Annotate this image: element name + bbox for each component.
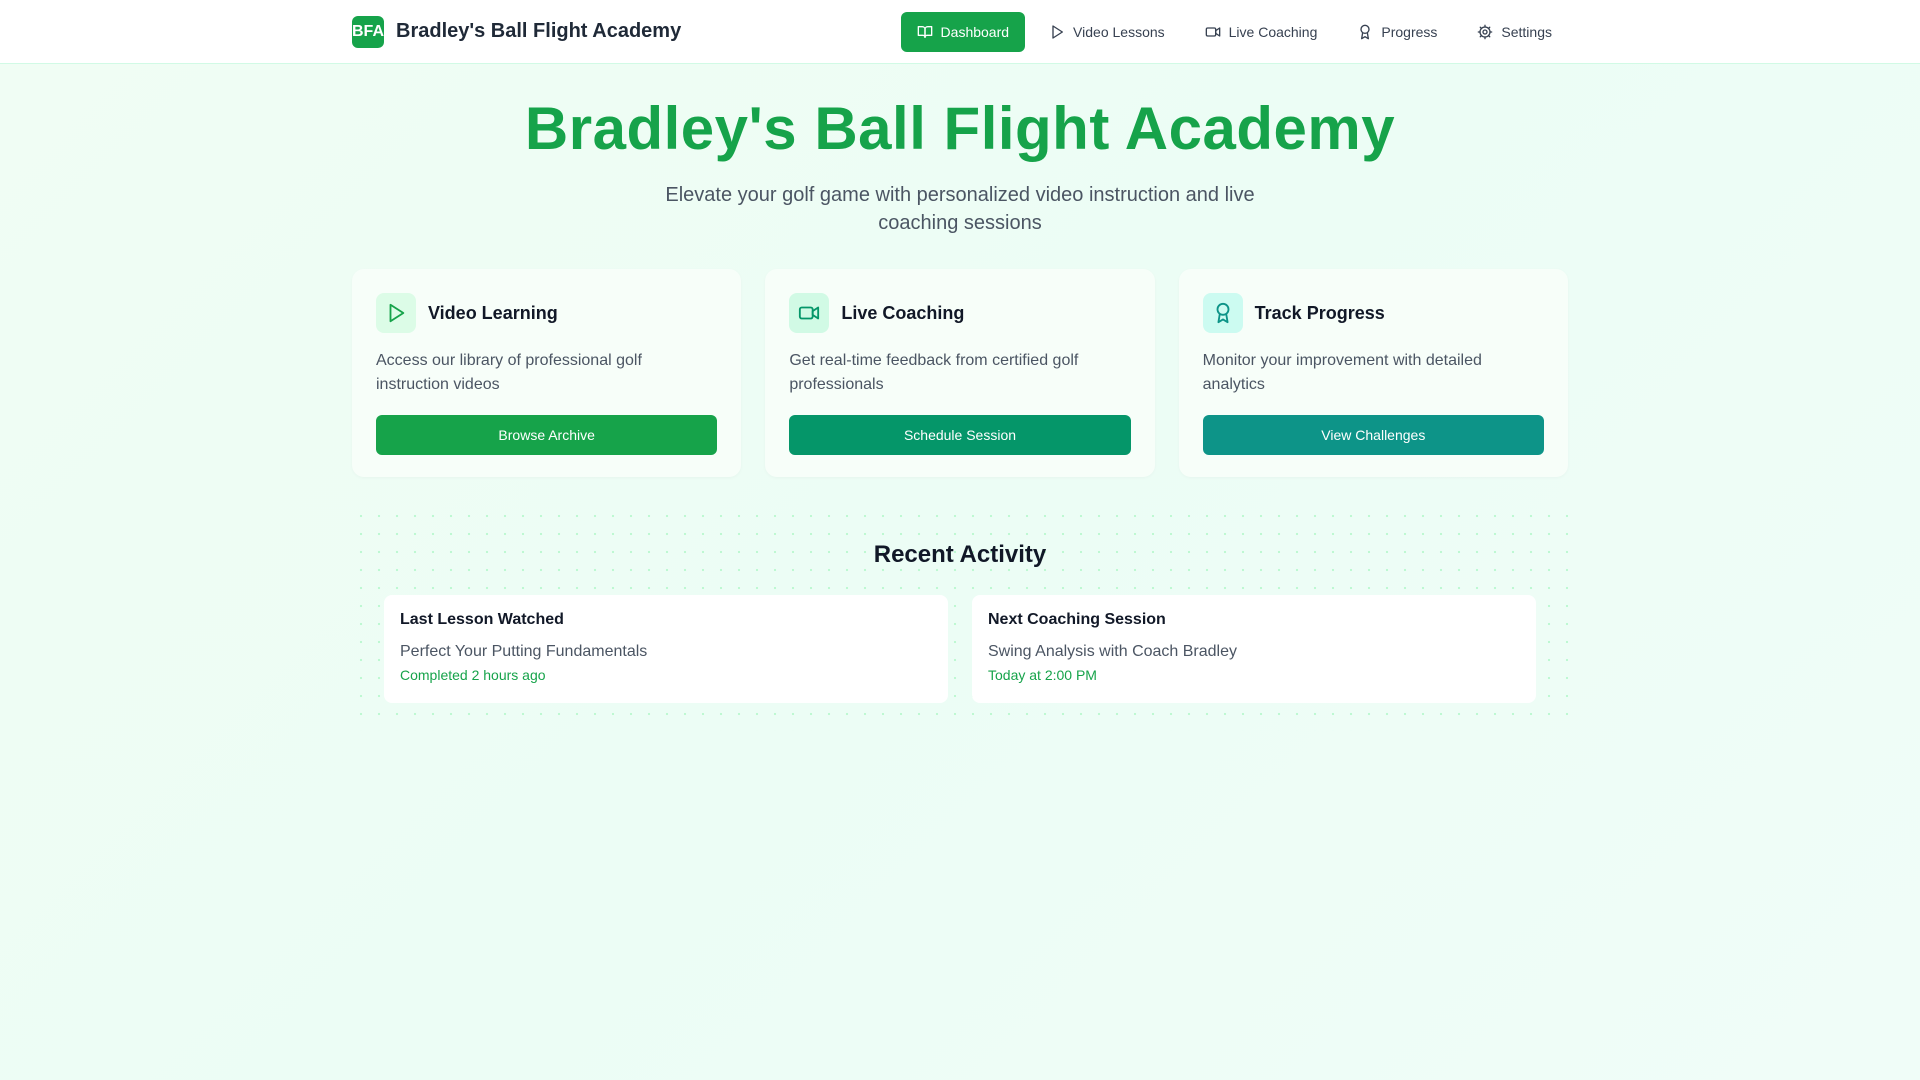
activity-meta: Today at 2:00 PM (988, 667, 1097, 683)
activity-text: Swing Analysis with Coach Bradley (988, 643, 1238, 660)
brand-logo: BFA (352, 15, 384, 48)
feature-cards: Video Learning Access our library of pro… (352, 269, 1568, 477)
brand[interactable]: BFA Bradley's Ball Flight Academy (352, 15, 682, 48)
hero-title: Bradley's Ball Flight Academy (524, 95, 1396, 162)
card-title: Live Coaching (841, 302, 965, 323)
feature-card-video-learning: Video Learning Access our library of pro… (352, 269, 742, 477)
nav-item-settings[interactable]: Settings (1461, 12, 1568, 52)
card-description: Get real-time feedback from certified go… (789, 352, 1079, 393)
recent-activity: Recent Activity Last Lesson Watched Perf… (352, 507, 1568, 731)
navbar-inner: BFA Bradley's Ball Flight Academy Dashbo… (352, 11, 1568, 52)
video-camera-icon (799, 306, 820, 320)
card-icon-box (376, 293, 416, 333)
activity-label: Next Coaching Session (988, 611, 1166, 628)
feature-card-track-progress: Track Progress Monitor your improvement … (1178, 269, 1568, 477)
brand-name: Bradley's Ball Flight Academy (396, 20, 682, 42)
browse-archive-button[interactable]: Browse Archive (376, 415, 718, 455)
activity-card-last-lesson[interactable]: Last Lesson Watched Perfect Your Putting… (384, 595, 948, 703)
recent-activity-title: Recent Activity (873, 541, 1047, 568)
card-title: Video Learning (428, 302, 558, 323)
play-icon (1052, 24, 1064, 39)
feature-card-live-coaching: Live Coaching Get real-time feedback fro… (765, 269, 1155, 477)
card-header: Video Learning (376, 293, 717, 333)
schedule-session-button[interactable]: Schedule Session (789, 415, 1131, 455)
nav-links: Dashboard Video Lessons Live Coaching Pr… (900, 11, 1568, 52)
view-challenges-button[interactable]: View Challenges (1202, 415, 1544, 455)
hero: Bradley's Ball Flight Academy Elevate yo… (0, 64, 1920, 237)
gear-icon (1478, 24, 1493, 39)
video-camera-icon (1205, 26, 1220, 37)
card-title: Track Progress (1254, 302, 1385, 323)
card-header: Track Progress (1202, 293, 1544, 333)
activity-label: Last Lesson Watched (400, 611, 564, 628)
top-navbar: BFA Bradley's Ball Flight Academy Dashbo… (0, 0, 1920, 64)
activity-card-next-session[interactable]: Next Coaching Session Swing Analysis wit… (972, 595, 1536, 703)
nav-item-label: Settings (1501, 23, 1552, 40)
nav-item-label: Progress (1381, 23, 1438, 40)
nav-item-label: Video Lessons (1073, 23, 1165, 40)
card-icon-box (789, 293, 830, 333)
card-description: Monitor your improvement with detailed a… (1202, 352, 1482, 393)
book-open-icon (917, 25, 932, 38)
award-icon (1216, 302, 1230, 324)
card-description: Access our library of professional golf … (376, 352, 642, 393)
activity-list: Last Lesson Watched Perfect Your Putting… (384, 595, 1536, 703)
card-icon-box (1202, 293, 1243, 333)
award-icon (1360, 24, 1371, 39)
card-header: Live Coaching (789, 293, 1130, 333)
nav-item-label: Live Coaching (1228, 23, 1318, 40)
nav-item-label: Dashboard (940, 23, 1010, 40)
nav-item-live-coaching[interactable]: Live Coaching (1189, 12, 1334, 52)
activity-meta: Completed 2 hours ago (400, 667, 546, 683)
play-icon (389, 303, 405, 323)
nav-item-progress[interactable]: Progress (1341, 12, 1453, 52)
nav-item-video-lessons[interactable]: Video Lessons (1033, 12, 1181, 52)
activity-text: Perfect Your Putting Fundamentals (400, 643, 648, 660)
hero-subtitle: Elevate your golf game with personalized… (665, 184, 1255, 234)
nav-item-dashboard[interactable]: Dashboard (900, 11, 1026, 52)
